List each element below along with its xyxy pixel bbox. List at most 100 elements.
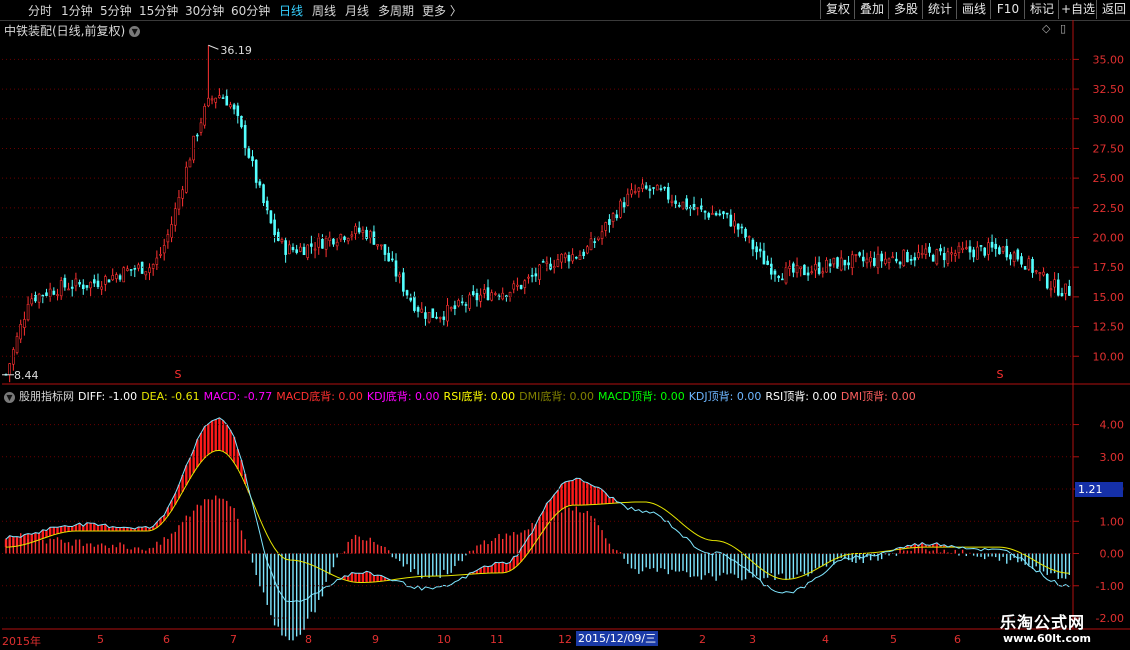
candle-40 [151,263,155,276]
chevron-down-icon[interactable]: ▼ [4,391,15,403]
candle-250 [924,243,928,260]
date-axis-label-0: 2015年 [2,635,41,648]
candle-body [225,95,229,106]
candle-body [460,301,464,304]
candle-39 [148,263,151,281]
candle-15 [59,276,63,300]
candle-body [368,231,372,238]
candle-78 [291,243,295,253]
candle-body [1056,279,1060,296]
price-tick-label-8: 15.00 [1093,291,1125,304]
candle-body [806,272,810,276]
candle-body [714,212,718,216]
candle-body [758,248,762,252]
candle-172 [637,187,641,198]
candle-body [398,274,401,278]
candle-112 [416,305,420,318]
watermark-url: www.60lt.com [1003,632,1092,645]
candle-115 [427,311,431,324]
candle-body [184,166,188,193]
candle-80 [299,243,302,253]
candle-90 [335,238,339,251]
date-axis-label-10: 3 [749,633,756,646]
candle-body [571,254,574,262]
candle-54 [203,103,206,129]
candle-body [736,223,740,230]
candle-135 [501,287,505,301]
candle-203 [751,237,755,257]
candle-12 [48,282,52,302]
candle-276 [1020,252,1023,268]
candle-86 [321,234,324,249]
candle-92 [343,235,346,243]
indicator-value-7: MACD顶背: 0.00 [598,390,685,403]
candle-body [26,303,30,321]
candle-body [394,260,398,277]
candle-body [633,191,637,193]
candle-74 [276,228,280,242]
candle-body [597,237,600,240]
candle-109 [405,289,409,299]
candle-body [928,246,931,253]
candle-body [1049,288,1053,291]
candle-body [310,243,313,247]
candle-63 [236,102,240,124]
candle-body [96,280,100,288]
candle-body [262,184,265,204]
candle-47 [177,190,181,216]
candle-158 [586,244,589,255]
candle-body [604,222,608,231]
candle-227 [839,250,843,272]
candle-body [1060,293,1064,297]
candle-body [1027,258,1031,270]
candle-248 [917,244,920,260]
candle-body [155,257,159,265]
candle-267 [987,237,990,261]
candle-66 [247,145,251,159]
candle-body [74,278,78,287]
candle-body [1038,272,1042,275]
candle-107 [398,271,401,284]
candle-65 [243,120,247,156]
candle-144 [534,267,538,282]
candle-181 [670,194,674,207]
candle-body [953,253,957,256]
candle-77 [288,240,291,255]
candle-168 [622,197,626,213]
candle-body [431,308,435,318]
candle-283 [1045,273,1049,290]
candle-257 [950,246,953,262]
candle-body [1068,286,1071,296]
candle-288 [1064,283,1067,301]
candle-body [335,241,339,247]
candle-210 [777,274,780,283]
candle-260 [961,241,964,254]
candle-10 [41,294,45,304]
candle-17 [67,282,70,291]
candle-body [413,296,416,311]
candle-110 [409,293,413,303]
candle-219 [810,265,814,275]
date-axis-label-6: 10 [437,633,451,646]
candle-61 [229,101,232,109]
candle-body [839,257,843,271]
candle-96 [357,221,361,235]
dea-line [5,449,1070,584]
candle-body [703,210,707,213]
candle-197 [729,209,733,227]
candle-body [781,278,784,281]
candle-259 [957,242,961,259]
candle-body [306,244,310,258]
chart-canvas[interactable]: 35.0032.5030.0027.5025.0022.5020.0017.50… [0,0,1130,650]
price-tick-label-5: 22.50 [1093,202,1125,215]
candle-body [762,250,766,265]
candle-body [909,259,913,261]
candle-33 [126,265,129,272]
indicator-tick-label-0: 4.00 [1100,419,1125,432]
candle-body [37,293,41,303]
candle-59 [221,94,225,99]
candle-body [1064,283,1067,294]
candle-body [273,219,276,236]
candle-body [148,267,151,273]
candle-body [769,263,773,275]
